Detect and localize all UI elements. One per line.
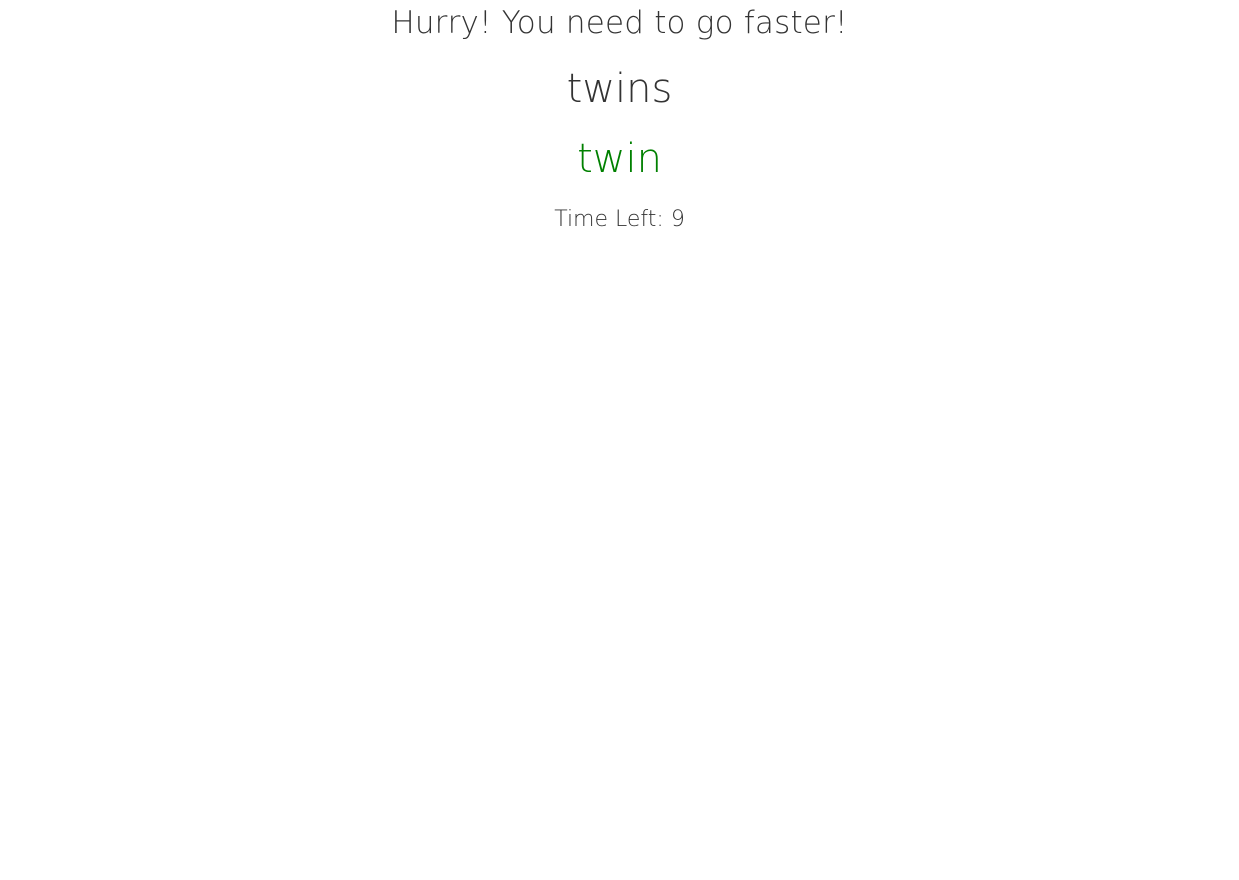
target-word: twins	[566, 66, 673, 112]
hurry-message: Hurry! You need to go faster!	[391, 5, 848, 41]
time-left: Time Left: 9	[554, 207, 685, 232]
typed-word: twin	[577, 136, 662, 182]
